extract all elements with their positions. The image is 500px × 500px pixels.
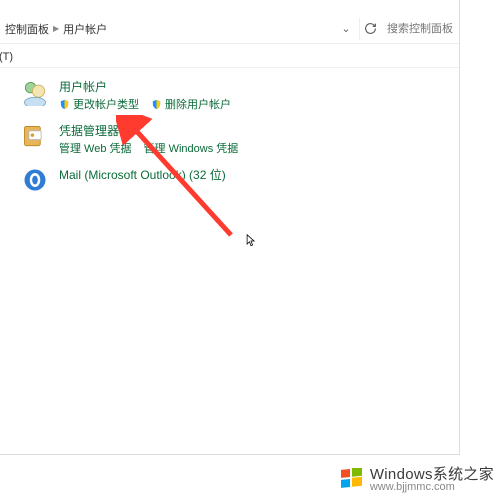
breadcrumb-dropdown-button[interactable]: ⌄ bbox=[335, 18, 357, 40]
item-mail-outlook: Mail (Microsoft Outlook) (32 位) bbox=[21, 166, 449, 194]
titlebar bbox=[0, 0, 459, 14]
remove-user-accounts-label: 删除用户帐户 bbox=[165, 96, 231, 112]
control-panel-window: 控制面板 ▶ 用户帐户 ⌄ 工具(T) 用户帐户 bbox=[0, 0, 460, 455]
remove-user-accounts-link[interactable]: 删除用户帐户 bbox=[151, 96, 231, 112]
credential-manager-icon bbox=[21, 122, 49, 150]
breadcrumb-seg-user-accounts[interactable]: 用户帐户 bbox=[63, 21, 107, 37]
search-input[interactable] bbox=[383, 18, 455, 40]
manage-windows-credentials-link[interactable]: 管理 Windows 凭据 bbox=[144, 140, 239, 156]
credential-manager-link[interactable]: 凭据管理器 bbox=[59, 122, 238, 139]
shield-icon bbox=[151, 99, 162, 110]
watermark-url: www.bjjmmc.com bbox=[370, 482, 494, 494]
change-account-type-label: 更改帐户类型 bbox=[73, 96, 139, 112]
user-accounts-icon bbox=[21, 78, 49, 106]
watermark: Windows系统之家 www.bjjmmc.com bbox=[340, 467, 494, 494]
content-area: 用户帐户 更改帐户类型 删除用户帐户 bbox=[0, 68, 459, 214]
windows-logo-icon bbox=[340, 468, 364, 492]
refresh-icon bbox=[364, 22, 377, 35]
address-bar: 控制面板 ▶ 用户帐户 ⌄ bbox=[0, 14, 459, 44]
mouse-cursor-icon bbox=[246, 234, 256, 248]
manage-web-credentials-link[interactable]: 管理 Web 凭据 bbox=[59, 140, 132, 156]
chevron-right-icon: ▶ bbox=[53, 24, 59, 33]
toolbar: 工具(T) bbox=[0, 44, 459, 68]
shield-icon bbox=[59, 99, 70, 110]
breadcrumb[interactable]: 控制面板 ▶ 用户帐户 bbox=[0, 21, 333, 37]
mail-outlook-link[interactable]: Mail (Microsoft Outlook) (32 位) bbox=[59, 166, 226, 183]
item-user-accounts: 用户帐户 更改帐户类型 删除用户帐户 bbox=[21, 78, 449, 112]
user-accounts-link[interactable]: 用户帐户 bbox=[59, 78, 231, 95]
change-account-type-link[interactable]: 更改帐户类型 bbox=[59, 96, 139, 112]
watermark-tag: 系统之家 bbox=[433, 466, 494, 483]
refresh-button[interactable] bbox=[359, 18, 381, 40]
mail-outlook-icon bbox=[21, 166, 49, 194]
chevron-down-icon: ⌄ bbox=[341, 22, 350, 35]
watermark-brand: Windows bbox=[370, 466, 433, 483]
breadcrumb-seg-control-panel[interactable]: 控制面板 bbox=[5, 21, 49, 37]
tools-menu[interactable]: 工具(T) bbox=[0, 48, 13, 64]
item-credential-manager: 凭据管理器 管理 Web 凭据 管理 Windows 凭据 bbox=[21, 122, 449, 156]
